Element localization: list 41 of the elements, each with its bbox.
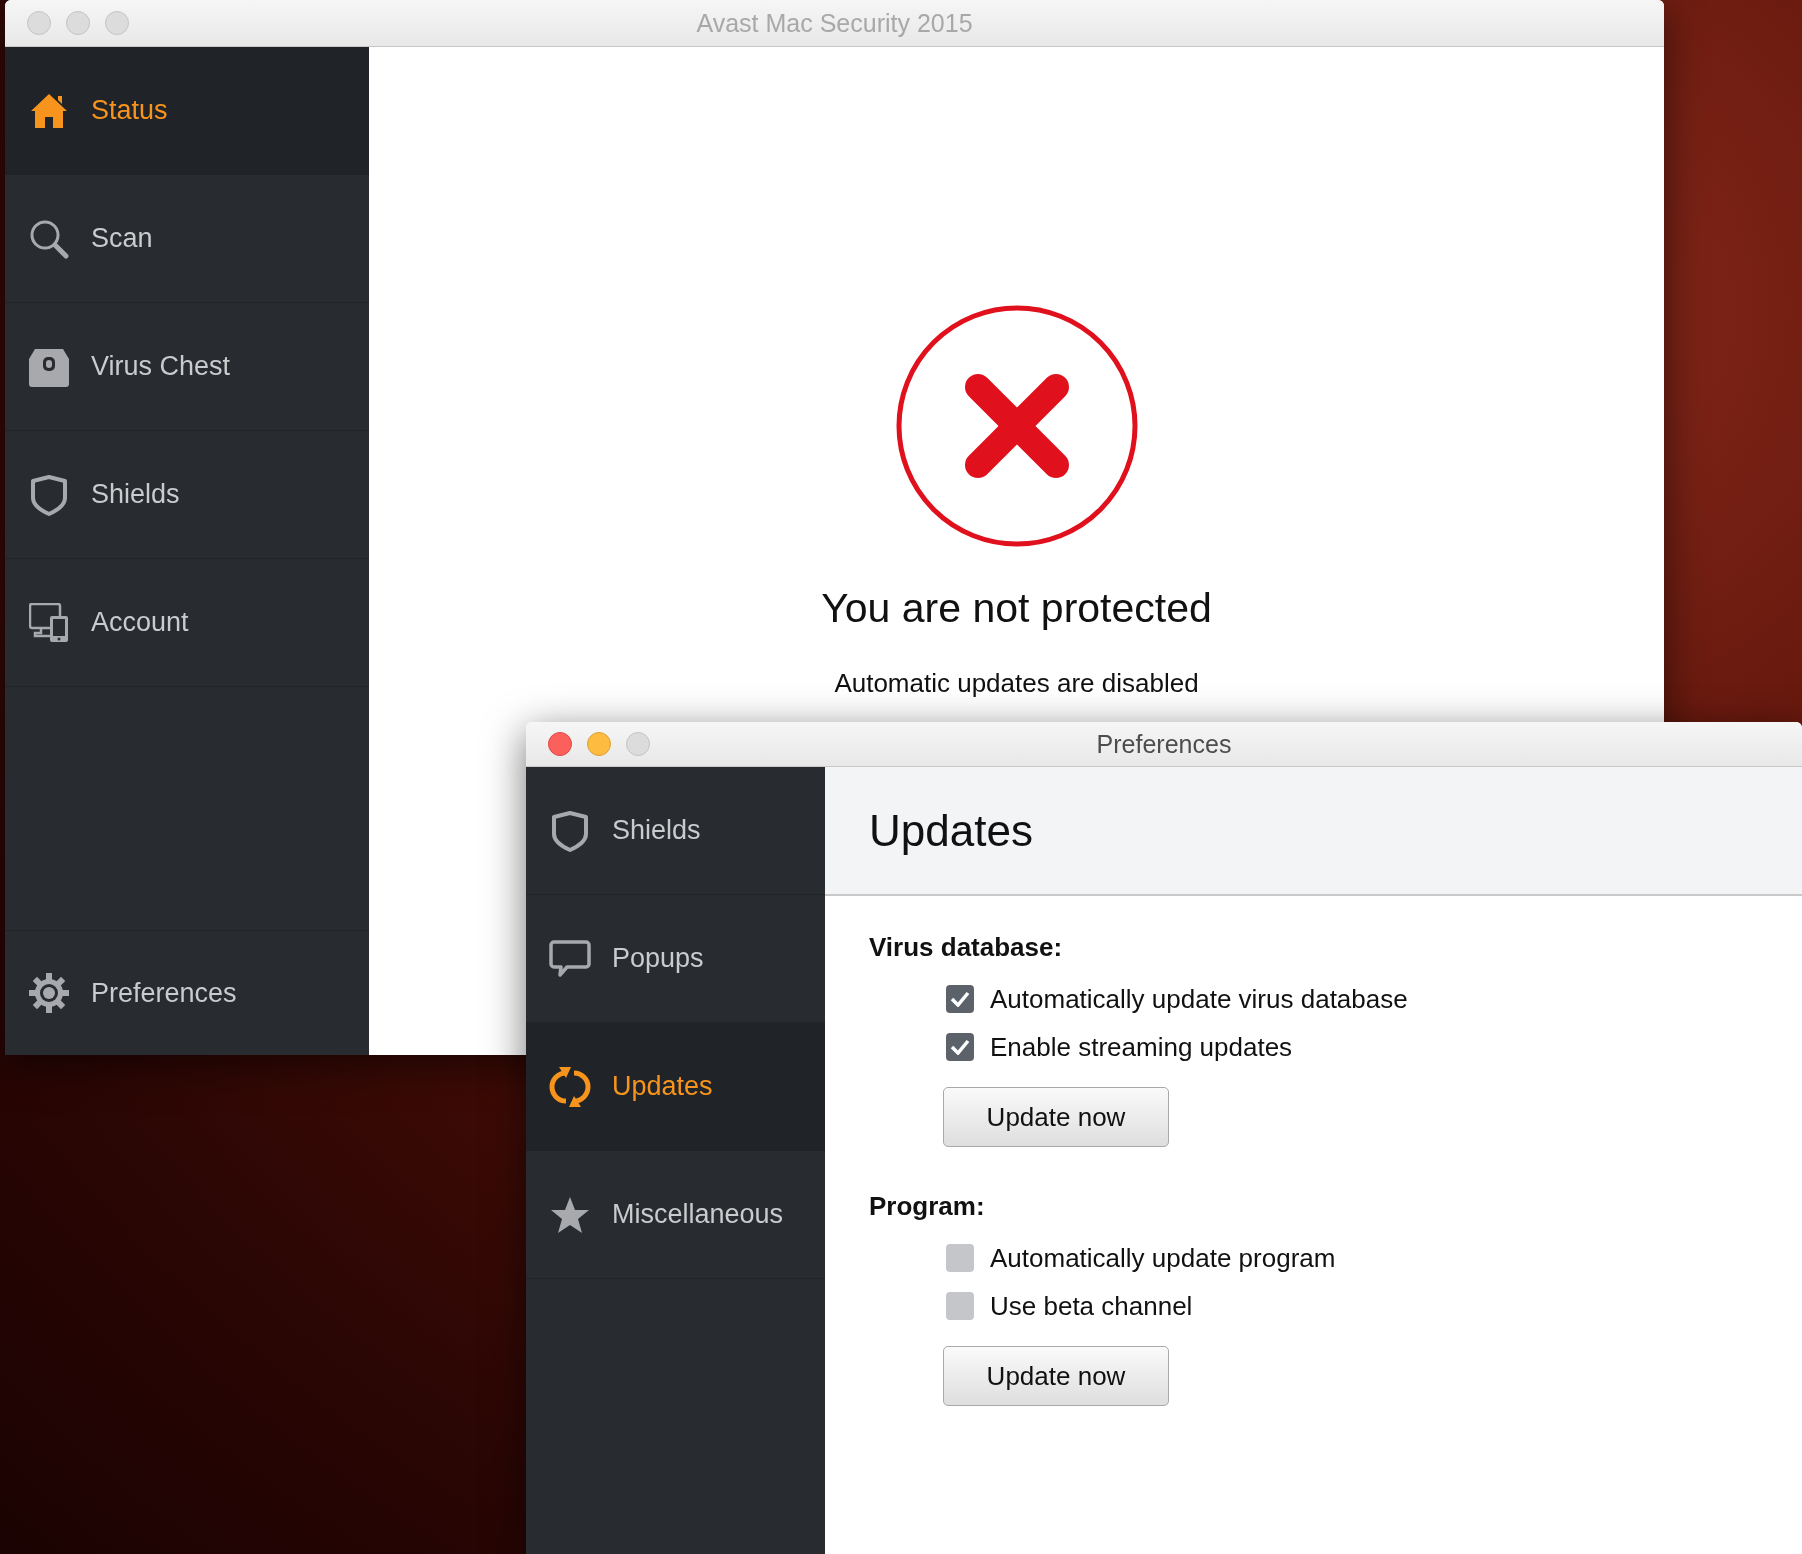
section-title: Virus database: [869, 932, 1064, 963]
shield-icon [551, 809, 589, 852]
close-button[interactable] [27, 11, 51, 35]
chest-icon [29, 346, 69, 387]
sidebar-item[interactable]: Status [5, 47, 369, 175]
shield-icon [30, 473, 68, 516]
speech-bubble-icon [549, 939, 591, 978]
close-button[interactable] [548, 732, 572, 756]
sidebar-item[interactable]: Account [5, 559, 369, 687]
update-now-button[interactable]: Update now [943, 1087, 1169, 1147]
settings-icon [29, 973, 69, 1013]
checkbox[interactable] [946, 1033, 974, 1061]
checkbox-label: Enable streaming updates [990, 1031, 1293, 1063]
checkbox-label: Automatically update virus database [990, 983, 1408, 1015]
window-title: Preferences [1096, 729, 1232, 759]
minimize-button[interactable] [587, 732, 611, 756]
checkbox[interactable] [946, 1292, 974, 1320]
update-now-button[interactable]: Update now [943, 1346, 1169, 1406]
page-heading: Updates [825, 767, 1802, 896]
devices-icon [29, 602, 69, 643]
house-icon [29, 91, 69, 130]
checkbox[interactable] [946, 1244, 974, 1272]
zoom-button[interactable] [626, 732, 650, 756]
sidebar-item[interactable]: Scan [5, 175, 369, 303]
refresh-icon [549, 1065, 591, 1108]
status-message: Automatic updates are disabled [834, 668, 1199, 699]
checkbox-label: Use beta channel [990, 1290, 1193, 1322]
sidebar-item[interactable]: Updates [526, 1023, 825, 1151]
checkbox-label: Automatically update program [990, 1242, 1336, 1274]
sidebar-item[interactable]: Shields [5, 431, 369, 559]
zoom-button[interactable] [105, 11, 129, 35]
checkbox[interactable] [946, 985, 974, 1013]
sidebar-item[interactable]: Virus Chest [5, 303, 369, 431]
sidebar-item[interactable]: Preferences [5, 930, 369, 1055]
minimize-button[interactable] [66, 11, 90, 35]
section-title: Program: [869, 1191, 986, 1222]
window-title: Avast Mac Security 2015 [696, 8, 973, 38]
error-icon [895, 305, 1138, 547]
search-icon [29, 218, 69, 259]
star-icon [550, 1195, 590, 1234]
status-headline: You are not protected [821, 585, 1212, 632]
